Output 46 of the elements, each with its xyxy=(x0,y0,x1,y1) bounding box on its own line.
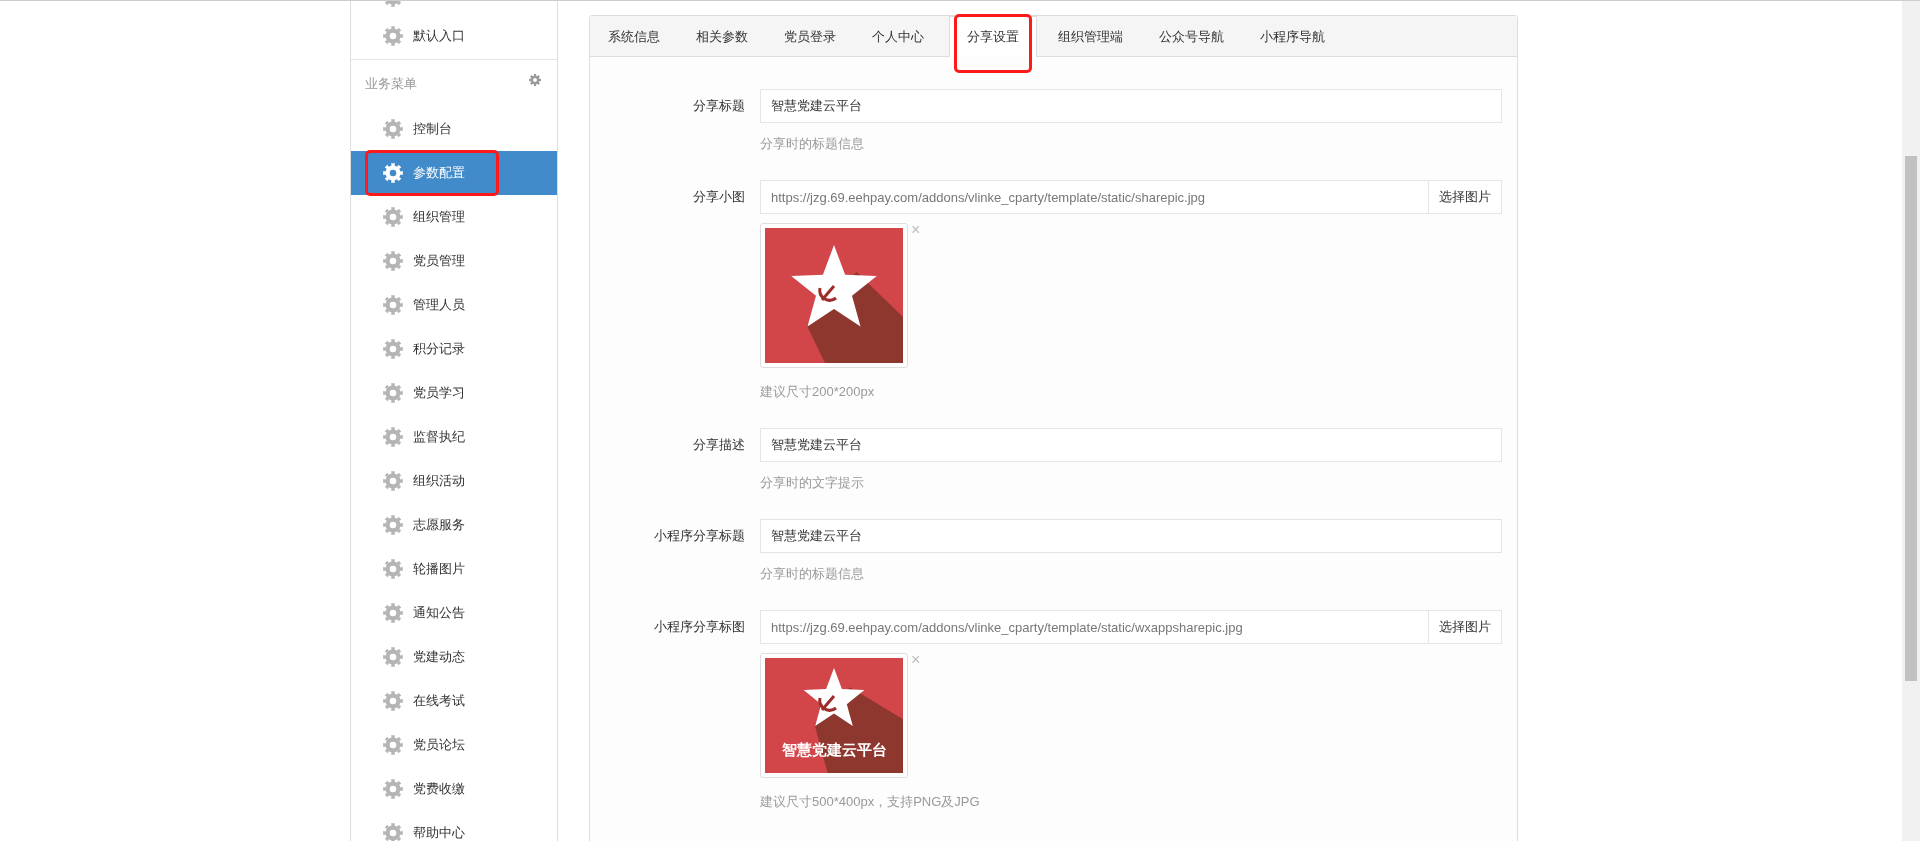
text-field[interactable]: 智慧党建云平台 xyxy=(760,89,1502,123)
menu-item[interactable]: 管理人员 xyxy=(351,283,557,327)
field-label: 分享标题 xyxy=(692,97,745,115)
menu-item[interactable]: 参数配置 xyxy=(351,151,557,195)
field-label: 小程序分享标图 xyxy=(653,618,745,636)
menu-item[interactable]: 默认入口 xyxy=(413,27,465,45)
menu-item[interactable]: 通知公告 xyxy=(351,591,557,635)
tab[interactable]: 个人中心 xyxy=(857,16,939,56)
url-field[interactable]: https://jzg.69.eehpay.com/addons/vlinke_cparty/template/static/sharepic.jpg xyxy=(760,180,1429,214)
menu-item[interactable]: 党员管理 xyxy=(351,239,557,283)
menu-item[interactable]: 组织管理 xyxy=(351,195,557,239)
help-text: 分享时的标题信息 xyxy=(760,565,865,583)
help-text: 建议尺寸500*400px，支持PNG及JPG xyxy=(760,793,981,811)
menu-item[interactable]: 党建动态 xyxy=(351,635,557,679)
field-label: 分享小图 xyxy=(692,188,745,206)
tab[interactable]: 相关参数 xyxy=(681,16,763,56)
text-field[interactable]: 智慧党建云平台 xyxy=(760,428,1502,462)
menu-item[interactable]: 党员论坛 xyxy=(351,723,557,767)
settings-icon[interactable] xyxy=(529,73,541,86)
menu-item[interactable]: 积分记录 xyxy=(351,327,557,371)
tab[interactable]: 系统信息 xyxy=(593,16,675,56)
menu-item[interactable]: 党员学习 xyxy=(351,371,557,415)
menu-item[interactable]: 党费收缴 xyxy=(351,767,557,811)
tab[interactable]: 公众号导航 xyxy=(1144,16,1239,56)
image-caption: 智慧党建云平台 xyxy=(780,741,888,760)
text-field[interactable]: 智慧党建云平台 xyxy=(760,519,1502,553)
tab[interactable]: 党员登录 xyxy=(769,16,851,56)
help-text: 建议尺寸200*200px xyxy=(760,383,876,401)
menu-item[interactable]: 控制台 xyxy=(351,107,557,151)
field-label: 小程序分享标题 xyxy=(653,527,745,545)
menu-item[interactable]: 监督执纪 xyxy=(351,415,557,459)
menu-item[interactable]: 志愿服务 xyxy=(351,503,557,547)
scrollbar[interactable] xyxy=(1902,1,1920,841)
tab[interactable]: 小程序导航 xyxy=(1245,16,1340,56)
field-label: 分享描述 xyxy=(692,436,745,454)
tab[interactable]: 组织管理端 xyxy=(1043,16,1138,56)
url-field[interactable]: https://jzg.69.eehpay.com/addons/vlinke_cparty/template/static/wxappsharepic.jpg xyxy=(760,610,1429,644)
section-title: 业务菜单 xyxy=(365,74,417,93)
menu-item[interactable]: 帮助中心 xyxy=(351,811,557,841)
menu-item[interactable]: 组织活动 xyxy=(351,459,557,503)
help-text: 分享时的文字提示 xyxy=(760,474,865,492)
choose-image-button[interactable]: 选择图片 xyxy=(1429,180,1502,214)
menu-item[interactable]: 轮播图片 xyxy=(351,547,557,591)
help-text: 分享时的标题信息 xyxy=(760,135,865,153)
menu-item[interactable]: 在线考试 xyxy=(351,679,557,723)
choose-image-button[interactable]: 选择图片 xyxy=(1429,610,1502,644)
